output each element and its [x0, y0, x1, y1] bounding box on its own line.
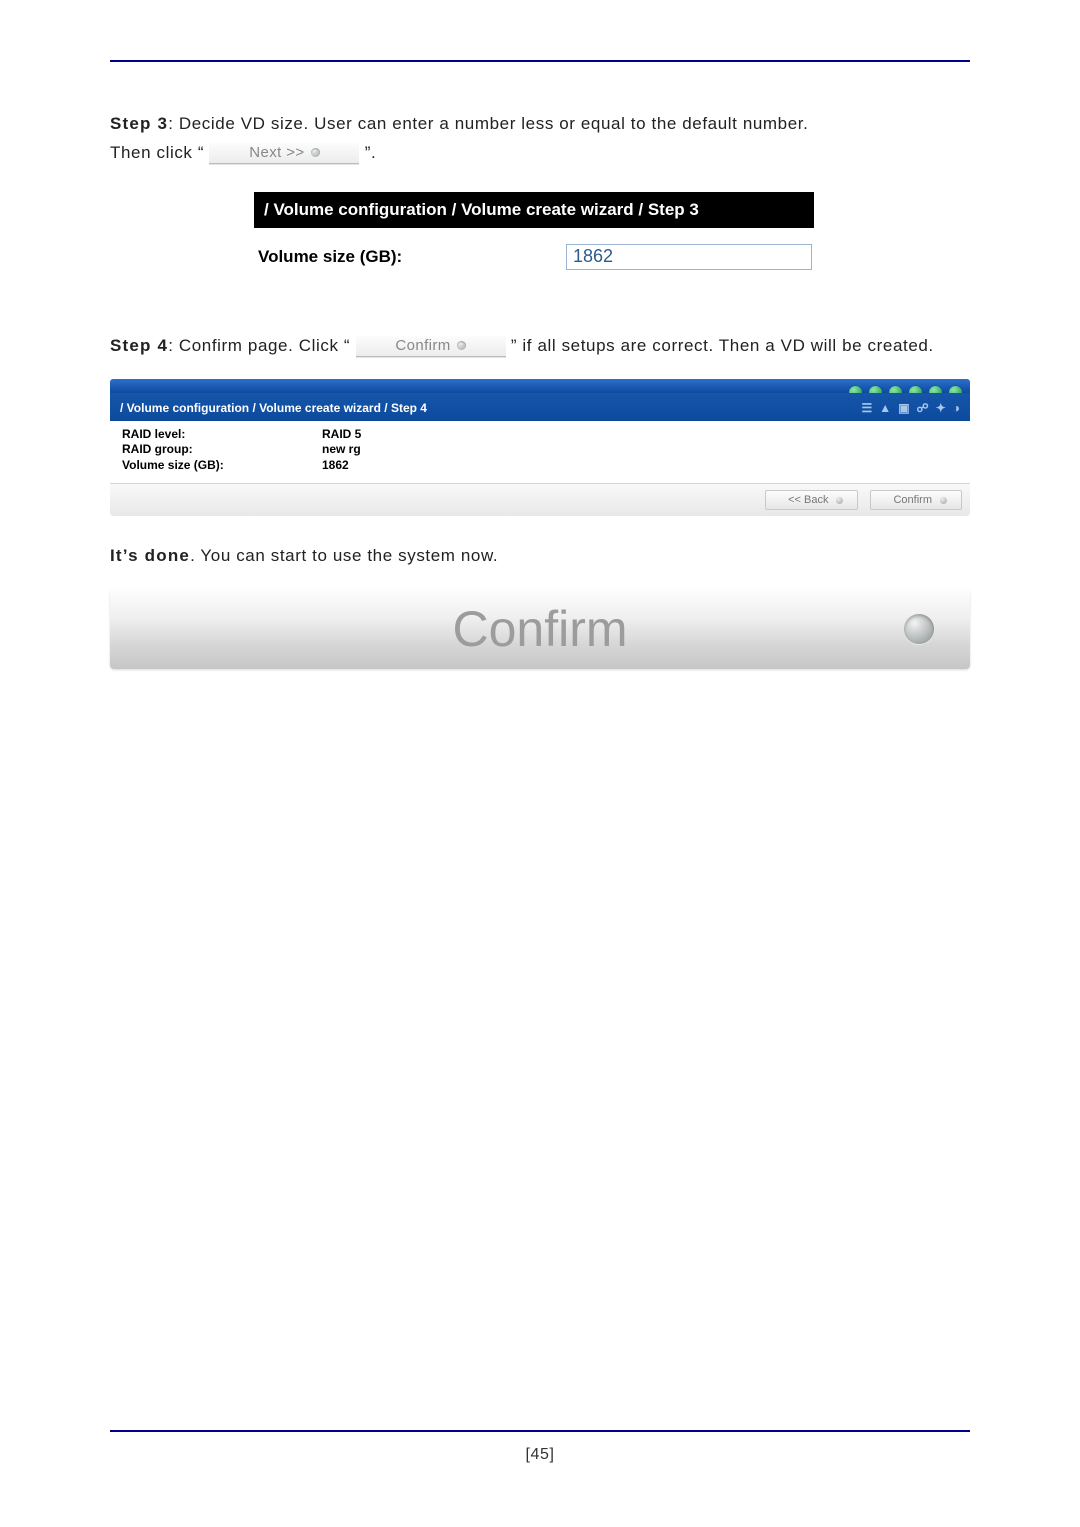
confirm-button-label: Confirm	[893, 494, 932, 506]
panel-step4: / Volume configuration / Volume create w…	[110, 379, 970, 517]
step3-label: Step 3	[110, 114, 168, 133]
panel-step3: / Volume configuration / Volume create w…	[254, 192, 814, 286]
next-button-dot-icon	[311, 148, 320, 157]
bottom-rule	[110, 1430, 970, 1432]
kv-raid-group-label: RAID group:	[122, 442, 322, 458]
kv-volume-size-label: Volume size (GB):	[122, 458, 322, 474]
confirm-inline-button[interactable]: Confirm	[356, 335, 506, 357]
step4-desc-a: : Confirm page. Click “	[168, 336, 350, 355]
next-button-label: Next >>	[249, 144, 304, 161]
step4-paragraph: Step 4: Confirm page. Click “ Confirm ” …	[110, 332, 970, 361]
confirm-inline-button-label: Confirm	[395, 337, 450, 354]
kv-raid-group-value: new rg	[322, 442, 361, 458]
volume-size-input[interactable]	[566, 244, 812, 270]
volume-size-label: Volume size (GB):	[256, 247, 566, 267]
top-rule	[110, 60, 970, 62]
big-confirm-label: Confirm	[452, 600, 627, 658]
done-strong: It’s done	[110, 546, 190, 565]
kv-raid-level-label: RAID level:	[122, 427, 322, 443]
done-paragraph: It’s done. You can start to use the syst…	[110, 542, 970, 571]
back-button[interactable]: << Back	[765, 490, 858, 510]
toolbar-list-icon[interactable]: ☰	[862, 402, 873, 414]
confirm-inline-dot-icon	[457, 341, 466, 350]
panel-step4-breadcrumb: / Volume configuration / Volume create w…	[120, 401, 427, 415]
step3-then-click-b: ”.	[365, 143, 377, 162]
panel-step3-breadcrumb: / Volume configuration / Volume create w…	[254, 192, 814, 228]
big-confirm-bar[interactable]: Confirm	[110, 589, 970, 669]
kv-volume-size-value: 1862	[322, 458, 349, 474]
toolbar-droplet-icon[interactable]: ▲	[879, 402, 891, 414]
page-number: [45]	[110, 1446, 970, 1464]
done-rest: . You can start to use the system now.	[190, 546, 498, 565]
back-button-label: << Back	[788, 494, 828, 506]
step4-desc-b: ” if all setups are correct. Then a VD w…	[511, 336, 934, 355]
step4-label: Step 4	[110, 336, 168, 355]
back-button-dot-icon	[836, 497, 843, 504]
confirm-button-dot-icon	[940, 497, 947, 504]
confirm-button[interactable]: Confirm	[870, 490, 962, 510]
step3-then-click-a: Then click “	[110, 143, 204, 162]
toolbar-person-icon[interactable]: ☍	[917, 402, 929, 414]
toolbar-help-icon[interactable]: ◑	[953, 402, 960, 414]
kv-raid-level-value: RAID 5	[322, 427, 361, 443]
step3-paragraph: Step 3: Decide VD size. User can enter a…	[110, 110, 970, 168]
toolbar-save-icon[interactable]: ▣	[898, 402, 909, 414]
big-confirm-dot-icon	[904, 614, 934, 644]
step3-desc: : Decide VD size. User can enter a numbe…	[168, 114, 808, 133]
next-button[interactable]: Next >>	[209, 142, 359, 164]
toolbar-sparkle-icon[interactable]: ✦	[936, 402, 946, 414]
